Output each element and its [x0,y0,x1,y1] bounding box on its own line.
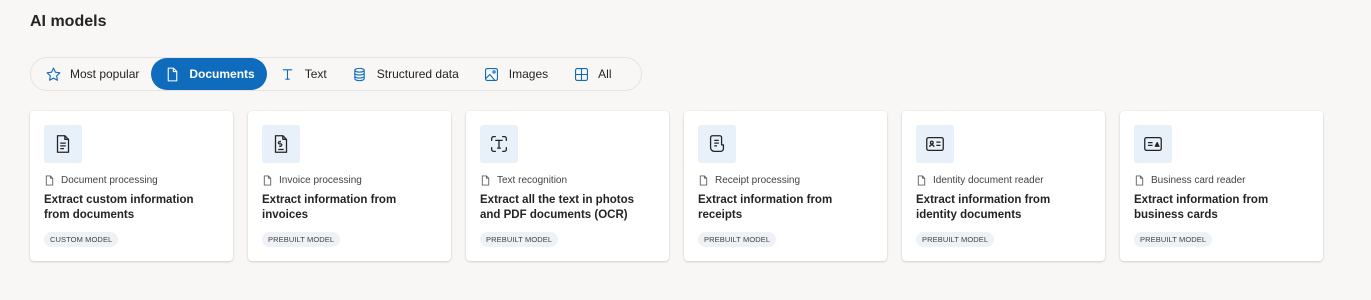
model-type-badge: CUSTOM MODEL [44,232,119,247]
tab-structured-data[interactable]: Structured data [339,58,471,90]
card-title: Extract information from business cards [1134,194,1269,221]
tab-label: Documents [189,67,255,81]
tab-all[interactable]: All [560,58,623,90]
card-title: Extract custom information from document… [44,194,194,221]
model-card-business-card-reader[interactable]: Business card reader Extract information… [1120,111,1323,261]
text-scan-icon [480,125,518,163]
document-icon [699,175,708,186]
document-icon [45,175,54,186]
model-type-badge: PREBUILT MODEL [480,232,559,247]
database-icon [351,65,369,83]
document-icon [263,175,272,186]
model-card-receipt-processing[interactable]: Receipt processing Extract information f… [684,111,887,261]
card-title: Extract information from identity docume… [916,194,1051,221]
invoice-icon [262,125,300,163]
model-type-badge: PREBUILT MODEL [698,232,777,247]
card-category: Business card reader [1134,175,1309,186]
document-icon [917,175,926,186]
tab-label: Text [304,67,327,81]
business-card-icon [1134,125,1172,163]
model-card-invoice-processing[interactable]: Invoice processing Extract information f… [248,111,451,261]
receipt-icon [698,125,736,163]
category-tabs: Most popular Documents Text Structured d… [30,57,642,91]
card-category: Identity document reader [916,175,1091,186]
document-icon [481,175,490,186]
image-icon [483,65,501,83]
card-title: Extract all the text in photos and PDF d… [480,194,634,221]
card-category: Text recognition [480,175,655,186]
grid-icon [572,65,590,83]
tab-label: Structured data [376,67,459,81]
tab-most-popular[interactable]: Most popular [32,58,151,90]
text-icon [279,65,297,83]
model-type-badge: PREBUILT MODEL [1134,232,1213,247]
document-icon [1135,175,1144,186]
model-type-badge: PREBUILT MODEL [916,232,995,247]
model-card-text-recognition[interactable]: Text recognition Extract all the text in… [466,111,669,261]
model-cards: Document processing Extract custom infor… [30,111,1323,261]
card-category: Invoice processing [262,175,437,186]
tab-label: Images [508,67,549,81]
tab-documents[interactable]: Documents [151,58,267,90]
document-icon [163,65,181,83]
card-category: Receipt processing [698,175,873,186]
card-category: Document processing [44,175,219,186]
page-title: AI models [30,13,107,30]
star-icon [44,65,62,83]
tab-label: Most popular [70,67,140,81]
model-type-badge: PREBUILT MODEL [262,232,341,247]
card-title: Extract information from invoices [262,194,397,221]
model-card-identity-document-reader[interactable]: Identity document reader Extract informa… [902,111,1105,261]
document-text-icon [44,125,82,163]
card-title: Extract information from receipts [698,194,833,221]
model-card-document-processing[interactable]: Document processing Extract custom infor… [30,111,233,261]
tab-text[interactable]: Text [267,58,339,90]
tab-images[interactable]: Images [471,58,560,90]
tab-label: All [598,67,612,81]
id-card-icon [916,125,954,163]
